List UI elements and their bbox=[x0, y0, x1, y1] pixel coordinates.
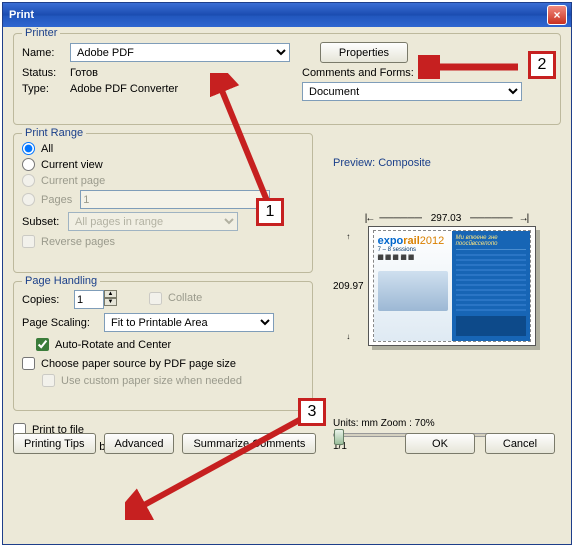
copies-spinner[interactable]: ▲▼ bbox=[104, 290, 117, 309]
titlebar: Print × bbox=[3, 3, 571, 27]
dim-width: |←────── 297.03 ──────→| bbox=[333, 213, 559, 224]
units-text: Units: mm Zoom : 70% bbox=[333, 418, 559, 429]
collate-label: Collate bbox=[168, 292, 202, 304]
name-label: Name: bbox=[22, 47, 64, 59]
advanced-button[interactable]: Advanced bbox=[104, 433, 175, 454]
range-all-radio[interactable] bbox=[22, 142, 35, 155]
scaling-label: Page Scaling: bbox=[22, 317, 98, 329]
status-label: Status: bbox=[22, 67, 64, 79]
comments-label: Comments and Forms: bbox=[302, 67, 552, 79]
autorotate-label: Auto-Rotate and Center bbox=[55, 339, 171, 351]
type-value: Adobe PDF Converter bbox=[70, 83, 178, 95]
pages-input bbox=[80, 190, 270, 209]
cancel-button[interactable]: Cancel bbox=[485, 433, 555, 454]
subset-select: All pages in range bbox=[68, 212, 238, 231]
spin-down-icon[interactable]: ▼ bbox=[104, 298, 117, 306]
handling-legend: Page Handling bbox=[22, 275, 100, 287]
callout-1: 1 bbox=[256, 198, 284, 226]
copies-input[interactable] bbox=[74, 290, 104, 309]
close-icon[interactable]: × bbox=[547, 5, 567, 25]
printing-tips-button[interactable]: Printing Tips bbox=[13, 433, 96, 454]
properties-button[interactable]: Properties bbox=[320, 42, 408, 63]
range-legend: Print Range bbox=[22, 127, 86, 139]
printer-legend: Printer bbox=[22, 27, 60, 39]
window-title: Print bbox=[7, 9, 547, 21]
range-pages-radio bbox=[22, 193, 35, 206]
autorotate-check[interactable] bbox=[36, 338, 49, 351]
choose-source-check[interactable] bbox=[22, 357, 35, 370]
scaling-select[interactable]: Fit to Printable Area bbox=[104, 313, 274, 332]
preview-page: exporail2012 7 – 8 sessions ⬛ ⬛ ⬛ ⬛ ⬛ Ми… bbox=[368, 226, 536, 346]
ok-button[interactable]: OK bbox=[405, 433, 475, 454]
print-dialog: Print × Printer Name: Adobe PDF Properti… bbox=[2, 2, 572, 545]
preview-label: Preview: Composite bbox=[333, 157, 559, 169]
spin-up-icon[interactable]: ▲ bbox=[104, 290, 117, 298]
dim-height: 209.97 bbox=[333, 281, 364, 292]
range-currentview-radio[interactable] bbox=[22, 158, 35, 171]
copies-label: Copies: bbox=[22, 294, 68, 306]
page-handling-group: Page Handling Copies: ▲▼ Collate Page Sc… bbox=[13, 281, 313, 411]
summarize-button[interactable]: Summarize Comments bbox=[182, 433, 316, 454]
status-value: Готов bbox=[70, 67, 98, 79]
choose-source-label: Choose paper source by PDF page size bbox=[41, 358, 236, 370]
callout-2: 2 bbox=[528, 51, 556, 79]
printer-group: Printer Name: Adobe PDF Properties Statu… bbox=[13, 33, 561, 125]
range-currentpage-label: Current page bbox=[41, 175, 105, 187]
preview-area: Preview: Composite |←────── 297.03 ─────… bbox=[333, 157, 559, 452]
customsize-check bbox=[42, 374, 55, 387]
reverse-check bbox=[22, 235, 35, 248]
comments-select[interactable]: Document bbox=[302, 82, 522, 101]
printer-name-select[interactable]: Adobe PDF bbox=[70, 43, 290, 62]
type-label: Type: bbox=[22, 83, 64, 95]
range-all-label: All bbox=[41, 143, 53, 155]
range-currentview-label: Current view bbox=[41, 159, 103, 171]
collate-check bbox=[149, 292, 162, 305]
customsize-label: Use custom paper size when needed bbox=[61, 375, 242, 387]
reverse-label: Reverse pages bbox=[41, 236, 115, 248]
range-pages-label: Pages bbox=[41, 194, 72, 206]
subset-label: Subset: bbox=[22, 216, 62, 228]
slider-thumb[interactable] bbox=[334, 429, 344, 445]
range-currentpage-radio bbox=[22, 174, 35, 187]
callout-3: 3 bbox=[298, 398, 326, 426]
